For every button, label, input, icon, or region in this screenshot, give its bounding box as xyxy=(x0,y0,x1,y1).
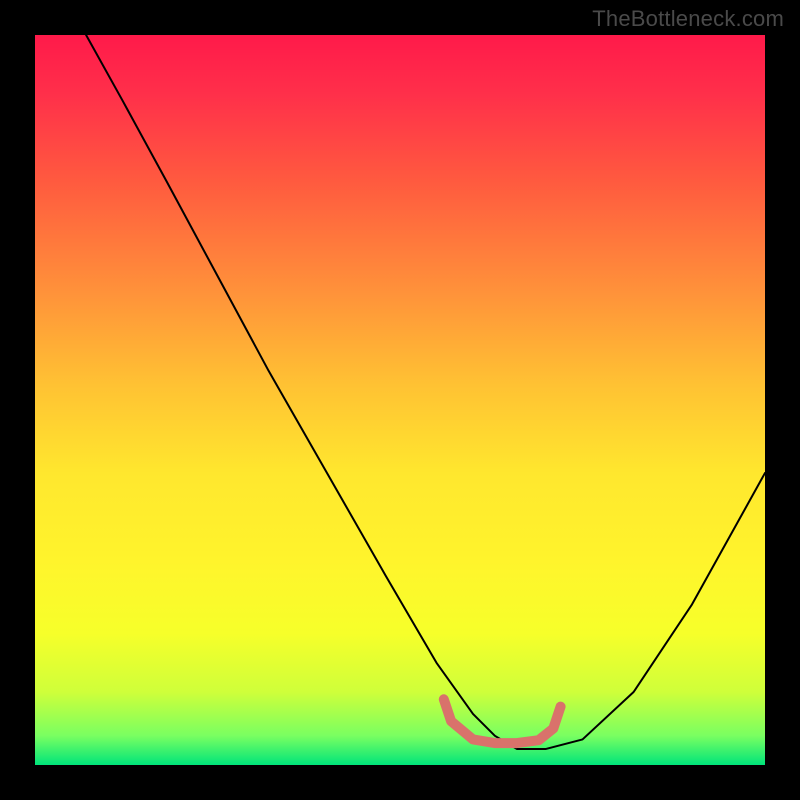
plot-area xyxy=(35,35,765,765)
bottleneck-curve-path xyxy=(86,35,765,749)
watermark-text: TheBottleneck.com xyxy=(592,6,784,32)
chart-svg xyxy=(35,35,765,765)
chart-container: TheBottleneck.com xyxy=(0,0,800,800)
optimal-range-path xyxy=(444,699,561,743)
